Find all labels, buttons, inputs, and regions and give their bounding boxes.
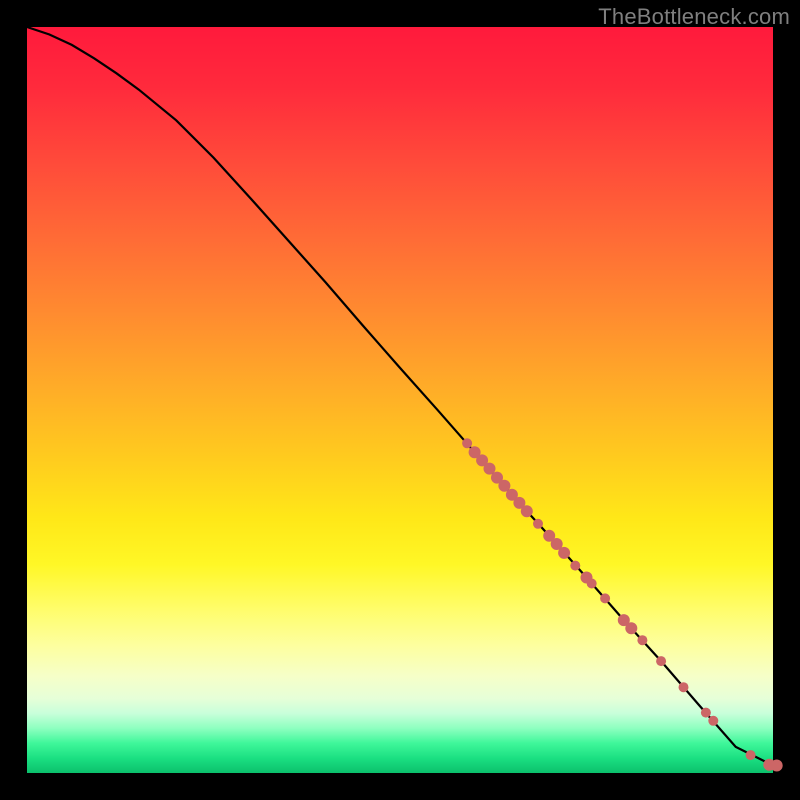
- heat-background: [27, 27, 773, 773]
- watermark-text: TheBottleneck.com: [598, 4, 790, 30]
- chart-stage: TheBottleneck.com: [0, 0, 800, 800]
